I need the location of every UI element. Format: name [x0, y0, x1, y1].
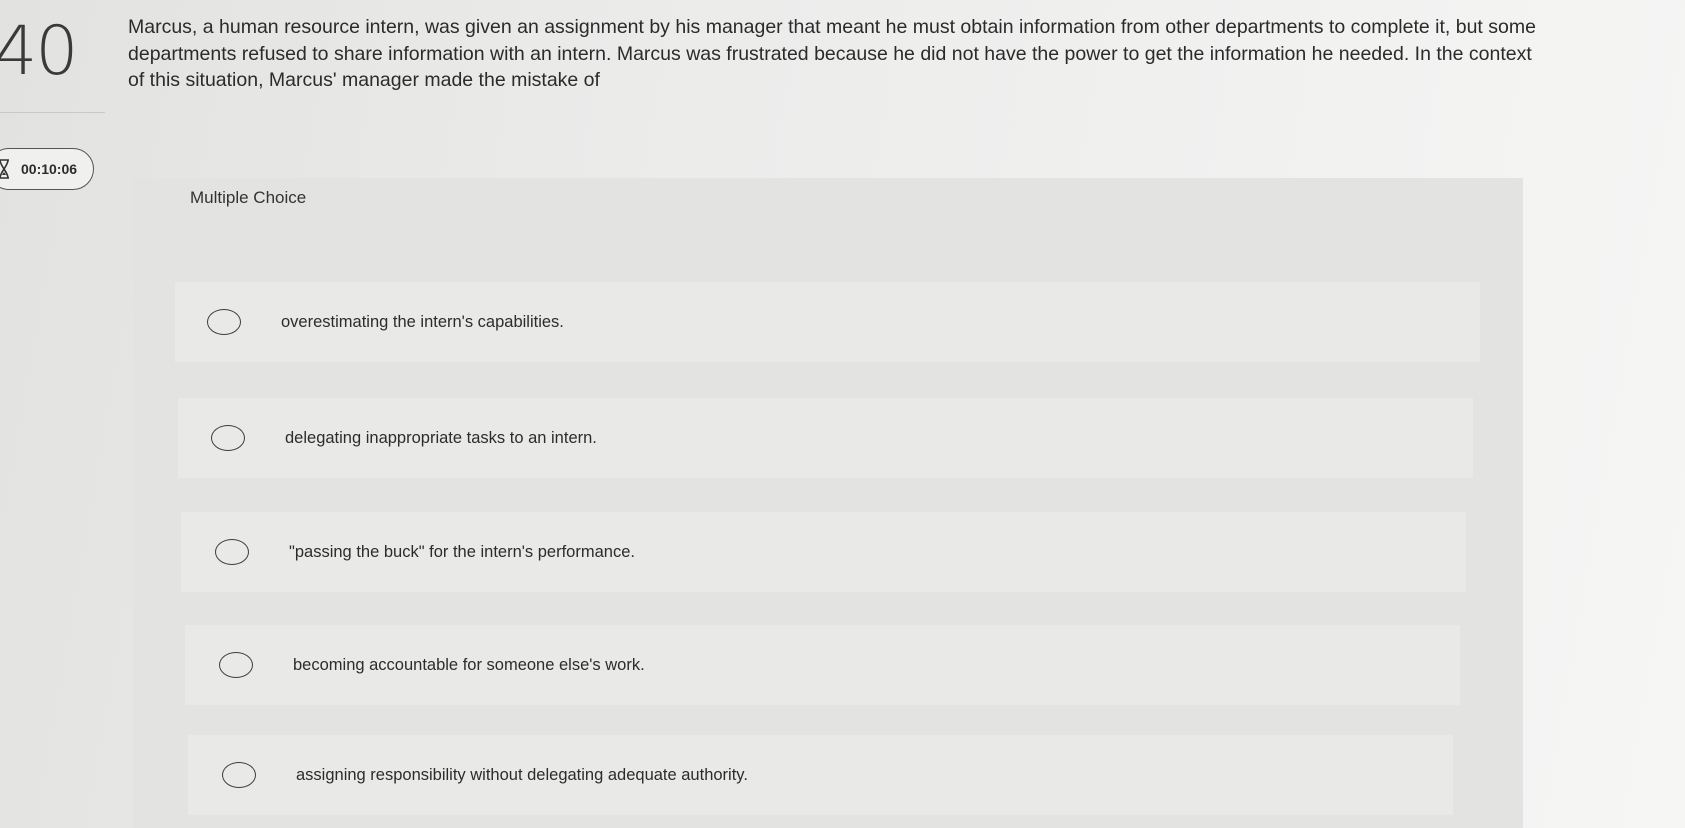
answer-option-label: delegating inappropriate tasks to an int… [285, 428, 597, 447]
multiple-choice-panel [133, 178, 1523, 828]
answer-option-1[interactable]: overestimating the intern's capabilities… [175, 282, 1480, 362]
multiple-choice-label: Multiple Choice [190, 188, 307, 207]
timer-text: 00:10:06 [21, 161, 78, 177]
answer-option-3[interactable]: "passing the buck" for the intern's perf… [181, 512, 1466, 592]
answer-option-label: assigning responsibility without delegat… [296, 765, 748, 784]
answer-option-2[interactable]: delegating inappropriate tasks to an int… [178, 398, 1473, 478]
radio-button[interactable] [222, 762, 256, 788]
answer-option-5[interactable]: assigning responsibility without delegat… [188, 735, 1453, 815]
answer-option-label: "passing the buck" for the intern's perf… [289, 542, 635, 561]
question-prompt: Marcus, a human resource intern, was giv… [128, 16, 1536, 91]
radio-button[interactable] [211, 425, 245, 451]
question-number: 40 [0, 12, 79, 91]
answer-option-4[interactable]: becoming accountable for someone else's … [185, 625, 1460, 705]
answer-option-label: overestimating the intern's capabilities… [281, 312, 564, 331]
timer[interactable]: 00:10:06 [0, 148, 94, 190]
answer-option-label: becoming accountable for someone else's … [293, 655, 645, 674]
divider [0, 112, 105, 113]
radio-button[interactable] [207, 309, 241, 335]
hourglass-icon [0, 159, 9, 179]
radio-button[interactable] [219, 652, 253, 678]
radio-button[interactable] [215, 539, 249, 565]
